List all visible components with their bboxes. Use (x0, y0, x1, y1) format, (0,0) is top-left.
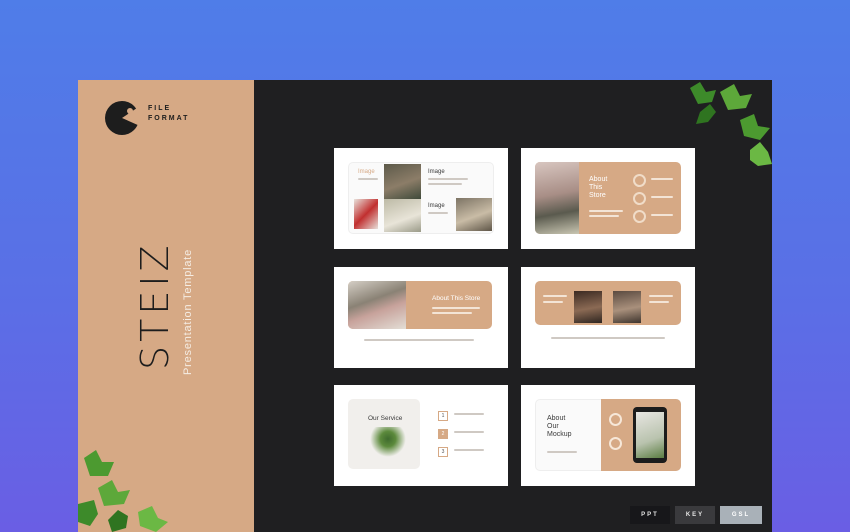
text-line (358, 178, 378, 180)
slide-thumbnail-image-gallery[interactable]: Image Image Image (334, 148, 508, 249)
slide-heading: Our Service (368, 415, 403, 422)
slide-card (535, 281, 681, 325)
leaves-decoration-bottom-left (78, 450, 168, 532)
text-line (428, 183, 462, 185)
text-line (651, 214, 673, 216)
text-line (428, 178, 468, 180)
text-line (649, 301, 669, 303)
text-line (543, 295, 567, 297)
product-title: STEIZ (133, 241, 177, 370)
photo-flowers (348, 281, 406, 329)
progress-ring (609, 437, 622, 450)
text-line (547, 451, 577, 453)
file-format-label: FILE FORMAT (148, 105, 190, 122)
text-line (651, 196, 673, 198)
slide-thumbnail-our-service[interactable]: Our Service 1 2 3 (334, 385, 508, 486)
photo-plant (384, 164, 421, 199)
progress-ring (609, 413, 622, 426)
service-number-3: 3 (438, 447, 448, 457)
text-line (649, 295, 673, 297)
slide-thumbnail-about-this-store[interactable]: About This Store (334, 267, 508, 368)
leaves-decoration-top-right (690, 82, 772, 166)
progress-ring (633, 174, 646, 187)
slide-label: Image (428, 203, 445, 209)
service-number-1: 1 (438, 411, 448, 421)
format-badge-gsl: GSL (720, 506, 762, 524)
photo-fabric (535, 162, 579, 234)
format-badge-key: KEY (675, 506, 715, 524)
text-line (432, 307, 480, 309)
photo-desk (456, 198, 492, 231)
slide-thumbnail-portraits[interactable] (521, 267, 695, 368)
format-badge-ppt: PPT (630, 506, 670, 524)
text-line (589, 215, 619, 217)
text-line (428, 212, 448, 214)
text-line (364, 339, 474, 341)
slide-label: Image (358, 169, 375, 175)
photo-red-book (354, 199, 378, 229)
product-subtitle: Presentation Template (182, 248, 194, 375)
progress-ring (633, 210, 646, 223)
text-line (454, 431, 484, 433)
slide-heading: About Our Mockup (547, 415, 572, 438)
text-line (432, 312, 472, 314)
text-line (454, 449, 484, 451)
text-line (543, 301, 563, 303)
progress-ring (633, 192, 646, 205)
text-line (589, 210, 623, 212)
slide-label: Image (428, 169, 445, 175)
service-number-2: 2 (438, 429, 448, 439)
logo-icon (105, 101, 140, 135)
photo-portrait-two (613, 291, 641, 323)
tablet-screen (636, 412, 664, 458)
text-line (454, 413, 484, 415)
photo-plant-vase (370, 427, 406, 457)
preview-frame: FILE FORMAT STEIZ Presentation Template … (78, 80, 772, 532)
slide-heading: About This Store (432, 295, 481, 302)
text-line (551, 337, 665, 339)
slide-thumbnail-about-mockup[interactable]: About Our Mockup (521, 385, 695, 486)
photo-portrait-one (574, 291, 602, 323)
photo-notebook (384, 199, 421, 232)
slide-heading: About This Store (589, 176, 608, 199)
